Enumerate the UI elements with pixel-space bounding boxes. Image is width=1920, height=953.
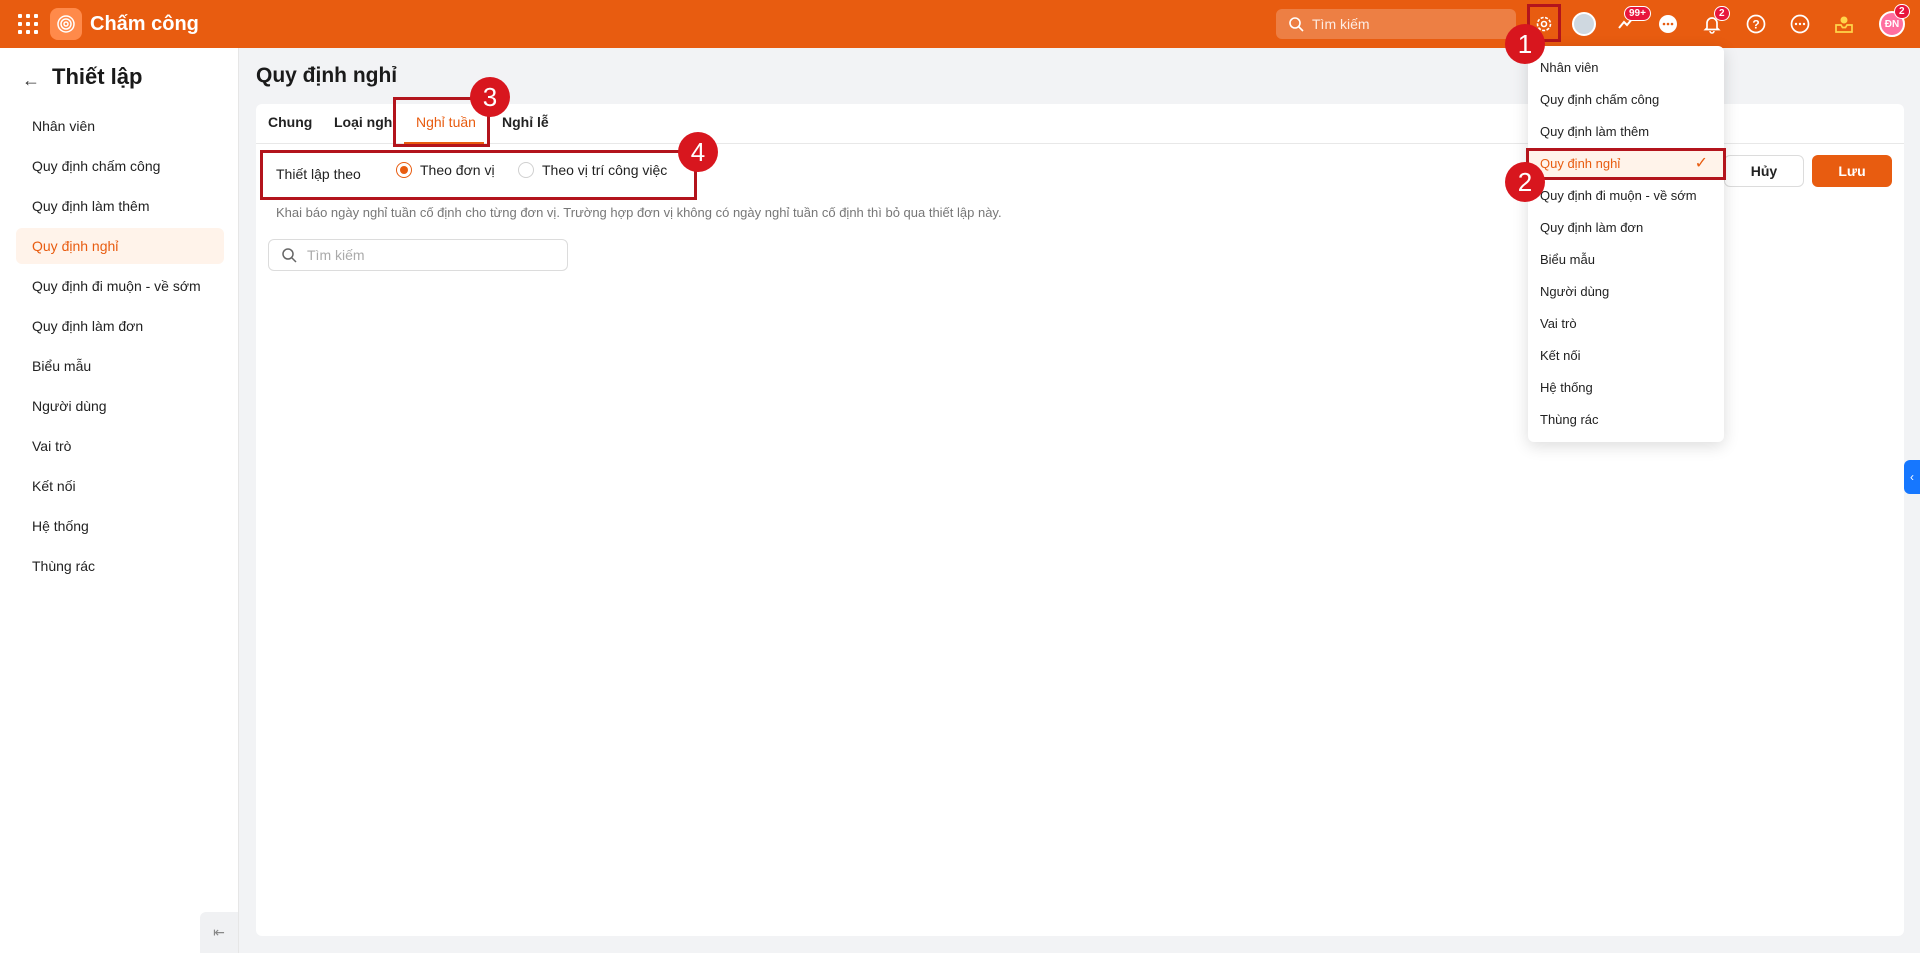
menu-item-quy-dinh-lam-don[interactable]: Quy định làm đơn [1528, 212, 1724, 244]
tab-loai-nghi[interactable]: Loại nghỉ [334, 114, 396, 130]
menu-item-he-thong[interactable]: Hệ thống [1528, 372, 1724, 404]
sidebar-item-ket-noi[interactable]: Kết nối [16, 468, 224, 504]
settings-sidebar: ← Thiết lập Nhân viên Quy định chấm công… [0, 48, 239, 953]
apps-grid-icon[interactable] [18, 14, 38, 34]
app-logo [50, 8, 82, 40]
apps-badge: 99+ [1624, 6, 1651, 21]
annotation-marker-2: 2 [1505, 162, 1545, 202]
highlight-box-menu-item [1526, 148, 1726, 180]
sidebar-title: Thiết lập [52, 64, 143, 89]
search-icon [1289, 17, 1304, 32]
fingerprint-icon [57, 15, 75, 33]
more-icon[interactable] [1786, 10, 1814, 38]
settings-dropdown-menu: Nhân viên Quy định chấm công Quy định là… [1528, 46, 1724, 442]
menu-item-ket-noi[interactable]: Kết nối [1528, 340, 1724, 372]
annotation-marker-1: 1 [1505, 24, 1545, 64]
sidebar-item-bieu-mau[interactable]: Biểu mẫu [16, 348, 224, 384]
inbox-sun-icon[interactable] [1830, 10, 1858, 38]
help-icon[interactable]: ? [1742, 10, 1770, 38]
cancel-button[interactable]: Hủy [1724, 155, 1804, 187]
menu-item-thung-rac[interactable]: Thùng rác [1528, 404, 1724, 436]
menu-item-di-muon-ve-som[interactable]: Quy định đi muộn - về sớm [1528, 180, 1724, 212]
sidebar-item-nhan-vien[interactable]: Nhân viên [16, 108, 224, 144]
avatar[interactable]: ĐN 2 [1878, 4, 1910, 38]
highlight-box-radio-group [260, 150, 697, 200]
chevron-left-icon[interactable]: ‹ [1904, 460, 1920, 494]
sidebar-item-thung-rac[interactable]: Thùng rác [16, 548, 224, 584]
app-title: Chấm công [90, 13, 199, 35]
menu-item-nhan-vien[interactable]: Nhân viên [1528, 52, 1724, 84]
unit-search-input[interactable]: Tìm kiếm [268, 239, 568, 271]
menu-item-bieu-mau[interactable]: Biểu mẫu [1528, 244, 1724, 276]
description-text: Khai báo ngày nghỉ tuần cố định cho từng… [276, 205, 1002, 220]
sidebar-item-quy-dinh-lam-don[interactable]: Quy định làm đơn [16, 308, 224, 344]
svg-text:?: ? [1752, 18, 1759, 32]
sidebar-item-di-muon-ve-som[interactable]: Quy định đi muộn - về sớm [16, 268, 224, 304]
search-placeholder: Tìm kiếm [1312, 16, 1370, 32]
tab-nghi-le[interactable]: Nghỉ lễ [502, 114, 549, 130]
back-arrow-icon[interactable]: ← [22, 70, 40, 91]
sidebar-item-quy-dinh-lam-them[interactable]: Quy định làm thêm [16, 188, 224, 224]
menu-item-vai-tro[interactable]: Vai trò [1528, 308, 1724, 340]
search-placeholder: Tìm kiếm [307, 247, 365, 263]
save-button[interactable]: Lưu [1812, 155, 1892, 187]
avatar-badge: 2 [1894, 4, 1910, 19]
global-search-input[interactable]: Tìm kiếm [1276, 9, 1516, 39]
notification-badge: 2 [1714, 6, 1730, 21]
menu-item-quy-dinh-lam-them[interactable]: Quy định làm thêm [1528, 116, 1724, 148]
annotation-marker-4: 4 [678, 132, 718, 172]
menu-item-quy-dinh-cham-cong[interactable]: Quy định chấm công [1528, 84, 1724, 116]
annotation-marker-3: 3 [470, 77, 510, 117]
page-title: Quy định nghỉ [256, 64, 398, 87]
apps-shortcut-icon[interactable]: 99+ [1612, 6, 1651, 38]
tab-chung[interactable]: Chung [268, 114, 312, 130]
search-icon [282, 248, 297, 263]
sidebar-item-nguoi-dung[interactable]: Người dùng [16, 388, 224, 424]
sidebar-item-he-thong[interactable]: Hệ thống [16, 508, 224, 544]
menu-item-nguoi-dung[interactable]: Người dùng [1528, 276, 1724, 308]
sidebar-item-quy-dinh-nghi[interactable]: Quy định nghỉ [16, 228, 224, 264]
bell-icon[interactable]: 2 [1698, 6, 1730, 38]
sidebar-item-quy-dinh-cham-cong[interactable]: Quy định chấm công [16, 148, 224, 184]
collapse-sidebar-icon[interactable]: ⇤ [200, 912, 238, 953]
user-photo-icon[interactable] [1570, 10, 1598, 38]
top-bar: Chấm công Tìm kiếm 99+ 2 ? ĐN 2 [0, 0, 1920, 48]
sidebar-item-vai-tro[interactable]: Vai trò [16, 428, 224, 464]
chat-icon[interactable] [1654, 10, 1682, 38]
